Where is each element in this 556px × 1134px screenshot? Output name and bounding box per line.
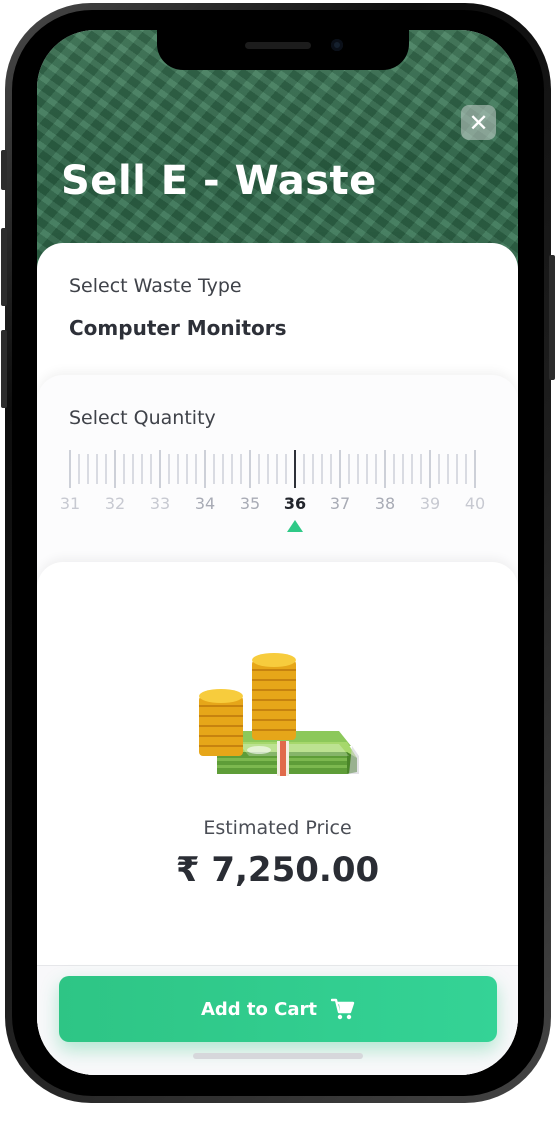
ruler-tick [231,454,233,484]
add-to-cart-button[interactable]: Add to Cart [59,976,497,1042]
ruler-tick [177,454,179,484]
ruler-tick [159,450,161,488]
close-button[interactable]: ✕ [461,105,496,140]
ruler-tick [150,454,152,484]
ruler-tick [303,454,305,484]
ruler-tick [393,454,395,484]
home-indicator [193,1053,363,1059]
speaker [245,42,311,49]
ruler-tick [96,454,98,484]
close-icon: ✕ [468,108,489,137]
ruler-value[interactable]: 37 [325,494,355,513]
estimated-price-label: Estimated Price [203,817,352,839]
coins-and-cash-icon [199,653,359,776]
front-camera [331,39,343,51]
ruler-tick [276,454,278,484]
ruler-tick [69,450,71,488]
cart-icon [331,998,355,1020]
page-title: Sell E - Waste [61,158,377,204]
ruler-tick [114,450,116,488]
ruler-tick [411,454,413,484]
ruler-tick [267,454,269,484]
estimated-price-value: ₹ 7,250.00 [175,850,380,890]
ruler-value[interactable]: 33 [145,494,175,513]
ruler-tick [447,454,449,484]
ruler-tick [348,454,350,484]
ruler-tick [249,450,251,488]
waste-type-value[interactable]: Computer Monitors [69,316,287,340]
ruler-tick [330,454,332,484]
ruler-tick [123,454,125,484]
ruler-value[interactable]: 38 [370,494,400,513]
ruler-tick [321,454,323,484]
ruler-tick [258,454,260,484]
ruler-tick [420,454,422,484]
silent-switch [1,150,7,190]
ruler-tick [168,454,170,484]
ruler-value[interactable]: 35 [235,494,265,513]
ruler-tick [366,454,368,484]
ruler-value[interactable]: 34 [190,494,220,513]
ruler-tick [465,454,467,484]
app-screen: ✕ Sell E - Waste Select Waste Type Compu… [37,30,518,1075]
ruler-value[interactable]: 39 [415,494,445,513]
ruler-value[interactable]: 32 [100,494,130,513]
volume-up-button [1,228,7,306]
waste-type-label: Select Waste Type [69,275,242,297]
selected-quantity-pointer [287,520,303,532]
ruler-value[interactable]: 36 [280,494,310,513]
ruler-tick [474,450,476,488]
quantity-ruler-slider[interactable]: 31 32 33 34 35 36 37 38 39 40 [60,450,490,545]
ruler-tick [429,450,431,488]
ruler-tick [456,454,458,484]
ruler-tick [222,454,224,484]
add-to-cart-label: Add to Cart [200,998,318,1020]
ruler-tick [438,454,440,484]
ruler-tick [186,454,188,484]
volume-down-button [1,330,7,408]
ruler-tick [78,454,80,484]
ruler-tick [141,454,143,484]
ruler-tick [339,450,341,488]
ruler-tick [213,454,215,484]
ruler-tick [285,454,287,484]
ruler-tick [312,454,314,484]
ruler-tick [384,450,386,488]
ruler-tick [204,450,206,488]
ruler-tick [195,454,197,484]
power-button [549,255,555,380]
notch [157,30,409,70]
ruler-tick [105,454,107,484]
ruler-tick [402,454,404,484]
ruler-tick [240,454,242,484]
quantity-label: Select Quantity [69,407,216,429]
ruler-tick [357,454,359,484]
ruler-tick [132,454,134,484]
ruler-tick [375,454,377,484]
ruler-tick [87,454,89,484]
ruler-value[interactable]: 40 [460,494,490,513]
ruler-value[interactable]: 31 [55,494,85,513]
ruler-tick [294,450,296,488]
